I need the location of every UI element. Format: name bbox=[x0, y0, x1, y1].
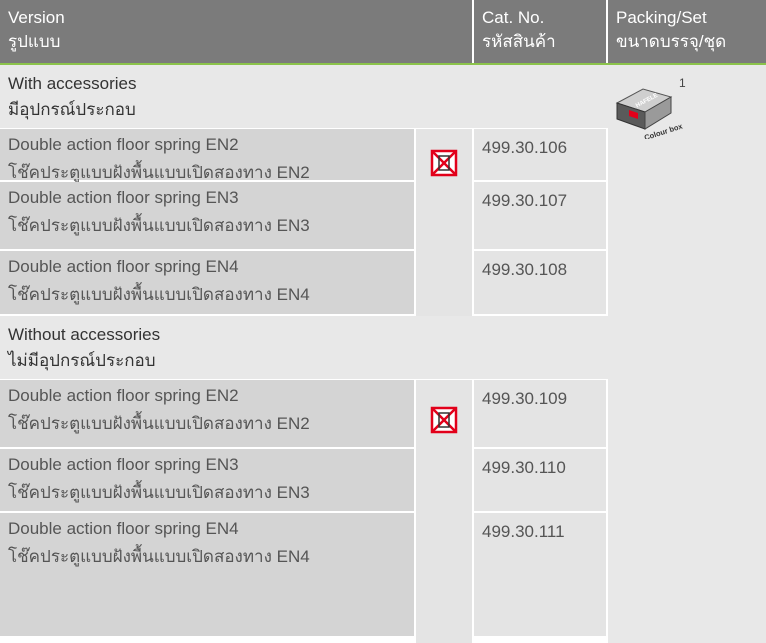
header-version-th: รูปแบบ bbox=[8, 32, 61, 51]
version-en: Double action floor spring EN4 bbox=[8, 519, 239, 538]
table-row-version: Double action floor spring EN4 โช๊คประตู… bbox=[0, 513, 416, 638]
header-version-en: Version bbox=[8, 8, 65, 27]
packing-column: 1 HAFELE Colour box bbox=[608, 65, 766, 643]
table-row-version: Double action floor spring EN3 โช๊คประตู… bbox=[0, 182, 416, 251]
table-row-version: Double action floor spring EN2 โช๊คประตู… bbox=[0, 380, 416, 449]
crossed-box-mark-icon bbox=[430, 149, 458, 177]
header-cat-th: รหัสสินค้า bbox=[482, 32, 556, 51]
table-row-version: Double action floor spring EN3 โช๊คประตู… bbox=[0, 449, 416, 513]
crossed-box-mark-icon bbox=[430, 406, 458, 434]
cat-no: 499.30.111 bbox=[474, 513, 608, 638]
group-title-en: Without accessories bbox=[8, 325, 161, 344]
version-en: Double action floor spring EN2 bbox=[8, 386, 239, 405]
table-row-version: Double action floor spring EN4 โช๊คประตู… bbox=[0, 251, 416, 316]
group-title-en: With accessories bbox=[8, 74, 137, 93]
version-en: Double action floor spring EN3 bbox=[8, 455, 239, 474]
image-column-group-1 bbox=[416, 129, 474, 316]
version-th: โช๊คประตูแบบฝังพื้นแบบเปิดสองทาง EN3 bbox=[8, 216, 310, 235]
cat-no: 499.30.108 bbox=[474, 251, 608, 316]
table-row-version: Double action floor spring EN2 โช๊คประตู… bbox=[0, 129, 416, 182]
cat-no: 499.30.106 bbox=[474, 129, 608, 182]
cat-no: 499.30.107 bbox=[474, 182, 608, 251]
version-th: โช๊คประตูแบบฝังพื้นแบบเปิดสองทาง EN4 bbox=[8, 547, 310, 566]
cat-no: 499.30.110 bbox=[474, 449, 608, 513]
header-pack-th: ขนาดบรรจุ/ชุด bbox=[616, 32, 727, 51]
version-th: โช๊คประตูแบบฝังพื้นแบบเปิดสองทาง EN4 bbox=[8, 285, 310, 304]
colour-box-icon: HAFELE Colour box bbox=[615, 88, 684, 139]
header-pack-en: Packing/Set bbox=[616, 8, 707, 27]
cat-no: 499.30.109 bbox=[474, 380, 608, 449]
image-column-group-2 bbox=[416, 380, 474, 643]
header-cat-en: Cat. No. bbox=[482, 8, 545, 27]
header-cat-no: Cat. No. รหัสสินค้า bbox=[474, 0, 608, 63]
header-packing: Packing/Set ขนาดบรรจุ/ชุด bbox=[608, 0, 766, 63]
version-th: โช๊คประตูแบบฝังพื้นแบบเปิดสองทาง EN3 bbox=[8, 483, 310, 502]
group-header-with-accessories: With accessories มีอุปกรณ์ประกอบ bbox=[0, 65, 608, 129]
group-title-th: มีอุปกรณ์ประกอบ bbox=[8, 100, 136, 119]
version-en: Double action floor spring EN2 bbox=[8, 135, 239, 154]
group-title-th: ไม่มีอุปกรณ์ประกอบ bbox=[8, 351, 156, 370]
group-header-without-accessories: Without accessories ไม่มีอุปกรณ์ประกอบ bbox=[0, 316, 608, 380]
version-en: Double action floor spring EN3 bbox=[8, 188, 239, 207]
version-en: Double action floor spring EN4 bbox=[8, 257, 239, 276]
header-version: Version รูปแบบ bbox=[0, 0, 474, 63]
product-table: Version รูปแบบ Cat. No. รหัสสินค้า Packi… bbox=[0, 0, 766, 643]
version-th: โช๊คประตูแบบฝังพื้นแบบเปิดสองทาง EN2 bbox=[8, 414, 310, 433]
